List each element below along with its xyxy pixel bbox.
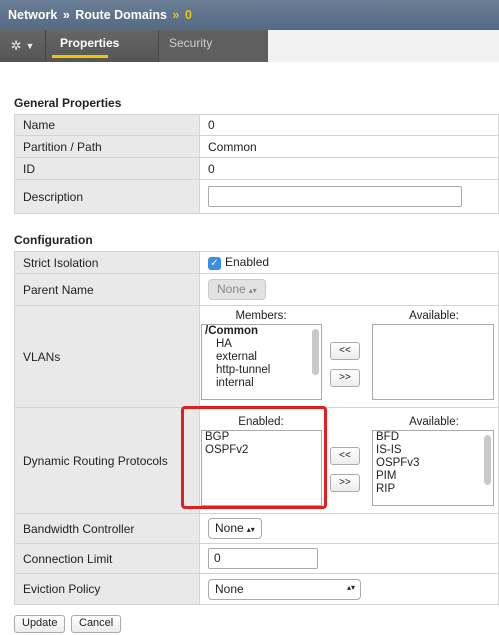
vlan-members-list[interactable]: /Common HA external http-tunnel internal [201,324,322,400]
updown-arrows-icon: ▴▾ [246,525,255,534]
settings-menu[interactable]: ✲ ▼ [0,30,46,62]
list-item[interactable]: /Common [202,325,321,338]
list-item[interactable]: BFD [373,431,493,444]
tab-strip: ✲ ▼ Properties Security [0,30,268,62]
dynamic-routing-label: Dynamic Routing Protocols [14,407,200,514]
name-label: Name [14,114,200,136]
eviction-policy-cell: None ▴▾ [199,573,499,605]
routing-available-list[interactable]: BFD IS-IS OSPFv3 PIM RIP [372,430,494,506]
bandwidth-controller-select[interactable]: None ▴▾ [208,518,262,539]
vlan-move-right-button[interactable]: >> [330,369,360,387]
scrollbar[interactable] [484,435,491,485]
strict-isolation-checkbox[interactable]: ✓ [208,256,221,270]
tab-label: Properties [60,36,120,50]
list-item[interactable]: external [202,351,321,364]
eviction-policy-label: Eviction Policy [14,573,200,605]
vlans-label: VLANs [14,305,200,408]
tab-bar: ✲ ▼ Properties Security [0,30,499,62]
vlan-move-left-button[interactable]: << [330,342,360,360]
highlight-box [181,406,327,509]
tab-properties[interactable]: Properties [46,30,158,62]
updown-arrows-icon: ▴▾ [248,286,257,295]
vlan-members-heading: Members: [235,310,287,322]
breadcrumb-network[interactable]: Network [8,8,57,22]
breadcrumb-separator: » [172,8,180,22]
eviction-policy-value: None [215,581,244,596]
parent-name-select: None ▴▾ [208,279,266,300]
configuration-heading: Configuration [14,233,93,247]
routing-available-heading: Available: [409,416,459,428]
partition-value: Common [199,135,499,158]
parent-name-value: None [217,282,246,296]
connection-limit-label: Connection Limit [14,543,200,574]
name-value: 0 [199,114,499,136]
bandwidth-controller-label: Bandwidth Controller [14,513,200,544]
update-button[interactable]: Update [14,615,66,633]
parent-name-cell: None ▴▾ [199,273,499,306]
strict-isolation-cell: ✓ Enabled [199,251,499,274]
connection-limit-input[interactable]: 0 [208,548,318,569]
breadcrumb-separator: » [62,8,70,22]
updown-arrows-icon: ▴▾ [346,582,355,592]
list-item[interactable]: internal [202,377,321,390]
list-item[interactable]: RIP [373,483,493,496]
bandwidth-controller-cell: None ▴▾ [199,513,499,544]
description-label: Description [14,179,200,214]
vlan-available-list[interactable] [372,324,494,400]
breadcrumb: Network » Route Domains » 0 [0,0,499,30]
active-tab-indicator [52,55,108,58]
breadcrumb-route-domains[interactable]: Route Domains [75,8,167,22]
general-properties-table: Name 0 Partition / Path Common ID 0 Desc… [14,114,499,214]
cancel-button[interactable]: Cancel [71,615,122,633]
breadcrumb-current: 0 [184,8,192,22]
list-item[interactable]: PIM [373,470,493,483]
list-item[interactable]: HA [202,338,321,351]
strict-isolation-checkbox-label: Enabled [225,255,270,270]
routing-move-left-button[interactable]: << [330,447,360,465]
general-properties-heading: General Properties [14,96,122,110]
list-item[interactable]: OSPFv3 [373,457,493,470]
id-label: ID [14,157,200,180]
partition-label: Partition / Path [14,135,200,158]
parent-name-label: Parent Name [14,273,200,306]
description-cell [199,179,499,214]
list-item[interactable]: IS-IS [373,444,493,457]
scrollbar[interactable] [312,329,319,375]
strict-isolation-label: Strict Isolation [14,251,200,274]
connection-limit-cell: 0 [199,543,499,574]
vlan-available-heading: Available: [409,310,459,322]
tab-label: Security [169,36,213,50]
gear-icon: ✲ [10,38,22,53]
tab-security[interactable]: Security [158,30,268,62]
list-item[interactable]: http-tunnel [202,364,321,377]
routing-move-right-button[interactable]: >> [330,474,360,492]
chevron-down-icon: ▼ [25,41,35,51]
id-value: 0 [199,157,499,180]
eviction-policy-select[interactable]: None ▴▾ [208,578,361,600]
description-input[interactable] [208,186,462,207]
bandwidth-controller-value: None [215,521,244,535]
